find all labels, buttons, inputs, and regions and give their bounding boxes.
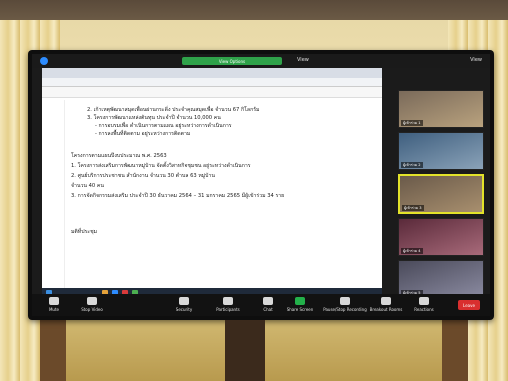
participant-name: ผู้เข้าร่วม 1 xyxy=(401,120,423,126)
participant-name: ผู้เข้าร่วม 4 xyxy=(401,248,423,254)
browser-tab-strip[interactable] xyxy=(42,68,382,78)
chat-bubble-icon xyxy=(263,297,273,305)
document-page: 2. เก้าเหตุพัฒนาสมุดเพื่อนผ่านกระดิ่ง ปร… xyxy=(64,100,364,288)
leave-button[interactable]: Leave xyxy=(458,300,480,310)
breakout-rooms-button[interactable]: Breakout Rooms xyxy=(366,297,406,312)
doc-line: 2. เก้าเหตุพัฒนาสมุดเพื่อนผ่านกระดิ่ง ปร… xyxy=(87,107,260,113)
pdf-toolbar[interactable] xyxy=(42,87,382,98)
breakout-rooms-label: Breakout Rooms xyxy=(369,307,403,312)
reactions-button[interactable]: Reactions xyxy=(404,297,444,312)
share-screen-label: Share Screen xyxy=(286,307,314,312)
people-icon xyxy=(223,297,233,305)
share-screen-button[interactable]: Share Screen xyxy=(280,297,320,312)
record-icon xyxy=(340,297,350,305)
doc-line: โครงการตามแผนปีงบประมาณ พ.ศ. 2563 xyxy=(71,153,167,159)
record-button[interactable]: Pause/Stop Recording xyxy=(322,297,368,312)
zoom-logo-icon xyxy=(40,57,48,65)
participant-name: ผู้เข้าร่วม 2 xyxy=(401,162,423,168)
zoom-screen: View Options View View 2. เก้าเหตุพัฒนาส… xyxy=(32,54,490,316)
doc-line: 1. โครงการส่งเสริมการพัฒนาหมู่บ้าน จัดตั… xyxy=(71,163,251,169)
view-menu[interactable]: View xyxy=(297,57,309,63)
participant-gallery: ผู้เข้าร่วม 1 ผู้เข้าร่วม 2 ผู้เข้าร่วม … xyxy=(398,90,486,302)
video-camera-icon xyxy=(87,297,97,305)
television: View Options View View 2. เก้าเหตุพัฒนาส… xyxy=(28,50,494,320)
participant-tile[interactable]: ผู้เข้าร่วม 1 xyxy=(398,90,484,128)
sharing-banner-label: View Options xyxy=(218,58,246,64)
doc-line: จำนวน 40 คน xyxy=(71,183,104,189)
doc-line: มติที่ประชุม xyxy=(71,229,98,235)
participants-button[interactable]: Participants xyxy=(208,297,248,312)
participant-tile-active-speaker[interactable]: ผู้เข้าร่วม 3 xyxy=(398,174,484,214)
grid-icon xyxy=(381,297,391,305)
smiley-icon xyxy=(419,297,429,305)
participant-tile[interactable]: ผู้เข้าร่วม 5 xyxy=(398,260,484,298)
reactions-label: Reactions xyxy=(414,307,434,312)
tv-stand xyxy=(225,320,265,381)
doc-line: 3. การจัดกิจกรรมส่งเสริม ประจำปี 30 ธันว… xyxy=(71,193,285,199)
stop-video-label: Stop Video xyxy=(81,307,103,312)
zoom-control-bar: Mute Stop Video Security Participants Ch… xyxy=(32,294,490,316)
doc-line: 2. ศูนย์บริการประชาชน สำนักงาน จำนวน 30 … xyxy=(71,173,215,179)
sharing-banner[interactable]: View Options xyxy=(182,57,282,65)
view-toggle[interactable]: View xyxy=(470,57,482,63)
mute-label: Mute xyxy=(48,307,59,312)
participant-tile[interactable]: ผู้เข้าร่วม 4 xyxy=(398,218,484,256)
doc-line: - การลงพื้นที่ติดตาม อยู่ระหว่างการติดตา… xyxy=(95,131,191,137)
doc-line: 3. โครงการพัฒนาแหล่งต้นทุน ประจำปี จำนวน… xyxy=(87,115,221,121)
security-button[interactable]: Security xyxy=(164,297,204,312)
shared-document-window: 2. เก้าเหตุพัฒนาสมุดเพื่อนผ่านกระดิ่ง ปร… xyxy=(42,68,382,288)
participant-tile[interactable]: ผู้เข้าร่วม 2 xyxy=(398,132,484,170)
doc-line: - การอบรมเพื่อ ดำเนินการตามแผน อยู่ระหว่… xyxy=(95,123,232,129)
record-label: Pause/Stop Recording xyxy=(323,307,367,312)
participant-name: ผู้เข้าร่วม 3 xyxy=(402,205,424,211)
browser-url-bar[interactable] xyxy=(42,78,382,87)
shield-icon xyxy=(179,297,189,305)
security-label: Security xyxy=(175,307,193,312)
mute-button[interactable]: Mute xyxy=(34,297,74,312)
microphone-icon xyxy=(49,297,59,305)
stop-video-button[interactable]: Stop Video xyxy=(72,297,112,312)
participants-label: Participants xyxy=(216,307,240,312)
share-screen-icon xyxy=(295,297,305,305)
